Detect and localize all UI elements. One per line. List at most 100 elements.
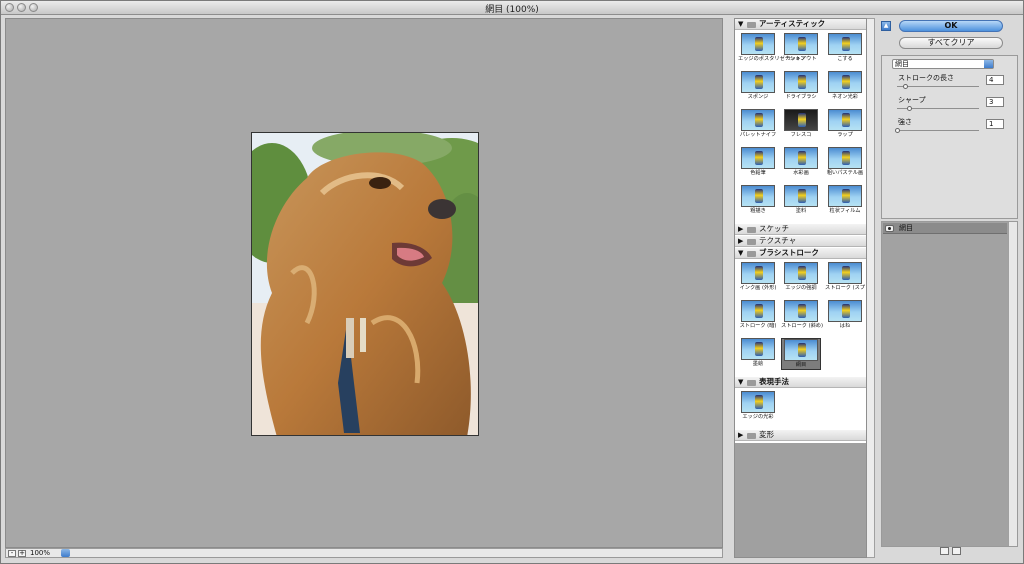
new-effect-layer-button[interactable] <box>940 547 949 555</box>
filter-parameter: シャープ 3 <box>894 95 1009 119</box>
filter-label: ラップ <box>837 132 853 138</box>
filter-preview-image <box>741 300 775 322</box>
filter-thumbnail[interactable]: 墨絵 <box>738 338 778 370</box>
delete-effect-layer-button[interactable] <box>952 547 961 555</box>
filter-preview-image <box>784 262 818 284</box>
disclosure-open-icon[interactable]: ▼ <box>738 377 743 387</box>
parameter-value-field[interactable]: 4 <box>986 75 1004 85</box>
filter-select[interactable]: 網目 <box>892 59 994 69</box>
filter-preview-image <box>828 147 862 169</box>
effect-layer-row[interactable]: 網目 <box>883 223 1007 234</box>
zoom-out-button[interactable]: - <box>8 550 16 557</box>
filter-label: パレットナイフ <box>739 132 777 138</box>
category-header[interactable]: ▶ 変形 <box>735 430 866 441</box>
disclosure-open-icon[interactable]: ▼ <box>738 248 743 258</box>
category-label: テクスチャ <box>759 236 797 245</box>
parameter-slider-knob[interactable] <box>895 128 900 133</box>
filter-thumbnail[interactable]: 塗料 <box>781 185 821 217</box>
disclosure-closed-icon[interactable]: ▶ <box>738 430 743 440</box>
ok-button[interactable]: OK <box>899 20 1003 32</box>
filter-preview-image <box>828 185 862 207</box>
filter-preview-image <box>784 147 818 169</box>
category-header[interactable]: ▼ 表現手法 <box>735 377 866 388</box>
filter-label: 網目 <box>795 362 807 368</box>
filter-thumbnail[interactable]: こする <box>825 33 865 65</box>
parameter-label: ストロークの長さ <box>898 74 954 82</box>
window-title: 網目 (100%) <box>485 5 539 15</box>
parameter-value-field[interactable]: 1 <box>986 119 1004 129</box>
filter-thumbnail[interactable]: カットアウト <box>781 33 821 65</box>
filter-thumbnail[interactable]: エッジの光彩 <box>738 391 778 423</box>
category-header[interactable]: ▶ スケッチ <box>735 224 866 235</box>
preview-area[interactable] <box>5 18 723 548</box>
disclosure-open-icon[interactable]: ▼ <box>738 19 743 29</box>
category-header[interactable]: ▼ ブラシストローク <box>735 248 866 259</box>
filter-preview-image <box>784 185 818 207</box>
parameter-slider-knob[interactable] <box>902 84 908 89</box>
layers-scrollbar[interactable] <box>1008 222 1017 546</box>
filter-preview-image <box>828 300 862 322</box>
gallery-scrollbar[interactable] <box>867 18 875 558</box>
filter-preview-image <box>741 71 775 93</box>
filter-preview-image <box>741 262 775 284</box>
filter-thumbnail[interactable]: 粗描き <box>738 185 778 217</box>
parameter-value-field[interactable]: 3 <box>986 97 1004 107</box>
folder-icon <box>747 227 756 233</box>
filter-thumbnail[interactable]: はね <box>825 300 865 332</box>
filter-parameter: 強さ 1 <box>894 117 1009 141</box>
filter-thumbnail[interactable]: ストローク (スプレー) <box>825 262 866 294</box>
filter-thumbnail[interactable]: ネオン光彩 <box>825 71 865 103</box>
parameter-label: シャープ <box>898 96 926 104</box>
filter-label: ネオン光彩 <box>832 94 858 100</box>
filter-label: ドライブラシ <box>785 94 817 100</box>
parameter-slider-track[interactable] <box>897 130 979 131</box>
filter-preview-image <box>741 147 775 169</box>
filter-thumbnail[interactable]: エッジのポスタリゼーション <box>738 33 805 65</box>
filter-thumbnail[interactable]: インク画 (外形) <box>738 262 778 294</box>
folder-icon <box>747 251 756 257</box>
filter-thumbnail[interactable]: フレスコ <box>781 109 821 141</box>
filter-thumbnail[interactable]: パレットナイフ <box>738 109 778 141</box>
filter-gallery: ▼ アーティスティックエッジのポスタリゼーション カットアウト こするスポンジ ドライブ… <box>734 18 867 558</box>
parameter-label: 強さ <box>898 118 912 126</box>
filter-label: 塗料 <box>795 208 807 214</box>
filter-preview-image <box>741 185 775 207</box>
zoom-dropdown-arrow-icon[interactable] <box>61 549 70 557</box>
filter-select-value: 網目 <box>895 60 909 68</box>
filter-thumbnail[interactable]: 水彩画 <box>781 147 821 179</box>
clear-all-button[interactable]: すべてクリア <box>899 37 1003 49</box>
filter-thumbnail[interactable]: 粒状フィルム <box>825 185 865 217</box>
category-header[interactable]: ▶ テクスチャ <box>735 236 866 247</box>
filter-label: 水彩画 <box>793 170 809 176</box>
filter-thumbnail[interactable]: ストローク (暗) <box>738 300 778 332</box>
zoom-in-button[interactable]: + <box>18 550 26 557</box>
parameter-slider-track[interactable] <box>897 86 979 87</box>
disclosure-closed-icon[interactable]: ▶ <box>738 236 743 246</box>
filter-preview-image <box>784 33 818 55</box>
disclosure-closed-icon[interactable]: ▶ <box>738 224 743 234</box>
folder-icon <box>747 22 756 28</box>
filter-thumbnail[interactable]: エッジの強調 <box>781 262 821 294</box>
preview-footer: - + 100% <box>5 548 723 558</box>
filter-thumbnail[interactable]: ストローク (斜め) <box>781 300 824 332</box>
filter-preview-image <box>828 71 862 93</box>
preview-image <box>251 132 479 436</box>
parameter-slider-knob[interactable] <box>906 106 912 111</box>
category-header[interactable]: ▼ アーティスティック <box>735 19 866 30</box>
filter-thumbnail[interactable]: スポンジ <box>738 71 778 103</box>
filter-preview-image <box>784 71 818 93</box>
filter-thumbnail[interactable]: ドライブラシ <box>781 71 821 103</box>
filter-label: ストローク (斜め) <box>781 323 824 329</box>
eye-icon[interactable] <box>885 225 894 232</box>
collapse-gallery-button[interactable]: ▲ <box>881 21 891 31</box>
filter-label: エッジの強調 <box>785 285 817 291</box>
zoom-level[interactable]: 100% <box>30 549 60 557</box>
filter-thumbnail[interactable]: 粗いパステル画 <box>825 147 865 179</box>
filter-preview-image <box>828 33 862 55</box>
filter-thumbnail[interactable]: ラップ <box>825 109 865 141</box>
filter-label: 粒状フィルム <box>829 208 861 214</box>
filter-thumbnail[interactable]: 色鉛筆 <box>738 147 778 179</box>
category-label: 表現手法 <box>759 377 789 386</box>
filter-thumbnail[interactable]: 網目 <box>781 338 821 370</box>
title-bar: 網目 (100%) <box>1 1 1023 15</box>
